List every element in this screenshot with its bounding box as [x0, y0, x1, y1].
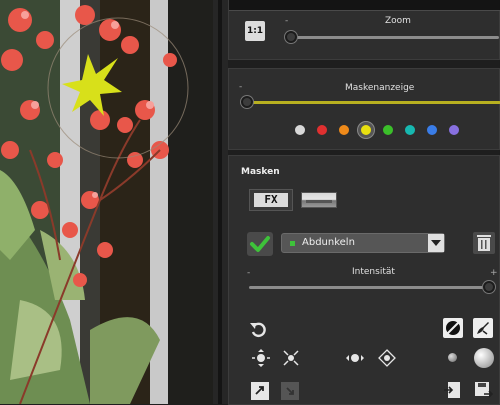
brush-icon — [477, 322, 489, 335]
mask-color-swatch[interactable] — [449, 125, 459, 135]
mode-color-indicator — [290, 241, 295, 246]
fx-mask-button[interactable]: FX — [249, 189, 293, 211]
photo-preview[interactable] — [0, 0, 213, 404]
shift-right-button[interactable] — [377, 348, 397, 368]
mask-color-swatch[interactable] — [339, 125, 349, 135]
mask-color-swatch[interactable] — [361, 125, 371, 135]
zoom-minus-label: - — [285, 16, 289, 26]
import-icon — [286, 387, 294, 395]
zoom-panel: 1:1 - Zoom — [228, 0, 500, 60]
undo-icon — [250, 322, 266, 338]
small-dot-icon — [448, 353, 457, 362]
shift-left-button[interactable] — [345, 348, 365, 368]
import-mask-button[interactable] — [281, 382, 299, 400]
intensity-slider-track[interactable] — [249, 286, 493, 289]
mask-display-panel: - Maskenanzeige — [228, 68, 500, 150]
mask-display-label: Maskenanzeige — [345, 83, 415, 93]
mask-display-slider-track[interactable] — [245, 101, 500, 104]
zoom-slider-handle[interactable] — [285, 31, 297, 43]
large-brush-size-button[interactable] — [473, 347, 495, 369]
zoom-label: Zoom — [385, 16, 411, 26]
zoom-reset-button[interactable]: 1:1 — [245, 21, 265, 41]
mask-color-swatch[interactable] — [427, 125, 437, 135]
mask-color-swatch[interactable] — [295, 125, 305, 135]
mask-mode-select[interactable]: Abdunkeln — [281, 233, 445, 253]
photo-image — [0, 0, 213, 404]
contract-button[interactable] — [281, 348, 301, 368]
expand-vertical-button[interactable] — [251, 348, 271, 368]
contract-icon — [283, 350, 299, 366]
mask-display-minus-label: - — [239, 82, 243, 92]
masks-panel: Masken FX Abdunkeln - Intensität + — [228, 155, 500, 405]
intensity-minus-label: - — [247, 268, 251, 278]
invert-icon — [445, 320, 461, 336]
mask-enabled-checkbox[interactable] — [247, 232, 273, 256]
load-file-icon — [444, 382, 460, 398]
save-mask-button[interactable] — [473, 380, 494, 400]
mask-mode-value: Abdunkeln — [302, 237, 355, 248]
large-dot-icon — [474, 348, 494, 368]
masks-title: Masken — [241, 167, 280, 177]
intensity-plus-label: + — [490, 268, 498, 278]
trash-icon — [477, 235, 491, 251]
intensity-label: Intensität — [352, 267, 395, 277]
invert-mask-button[interactable] — [443, 318, 463, 338]
mask-color-swatch[interactable] — [405, 125, 415, 135]
panel-divider[interactable] — [213, 0, 228, 404]
intensity-slider-handle[interactable] — [483, 281, 495, 293]
mask-color-swatch[interactable] — [317, 125, 327, 135]
undo-button[interactable] — [249, 319, 269, 339]
load-mask-button[interactable] — [443, 380, 463, 400]
fx-mask-button-label: FX — [254, 193, 288, 207]
zoom-slider-track[interactable] — [287, 36, 499, 39]
small-brush-size-button[interactable] — [445, 350, 459, 364]
delete-mask-button[interactable] — [473, 232, 495, 254]
brush-tool-button[interactable] — [473, 318, 493, 338]
expand-vertical-icon — [252, 349, 270, 367]
mask-display-slider-handle[interactable] — [241, 96, 253, 108]
export-mask-button[interactable] — [251, 382, 269, 400]
chevron-down-icon — [428, 234, 444, 252]
landscape-mask-button[interactable] — [301, 192, 337, 208]
save-icon — [475, 382, 494, 398]
shift-left-icon — [346, 354, 364, 362]
mask-color-swatch[interactable] — [383, 125, 393, 135]
checkmark-icon — [250, 236, 270, 252]
export-icon — [255, 386, 264, 395]
diamond-expand-icon — [378, 349, 396, 367]
